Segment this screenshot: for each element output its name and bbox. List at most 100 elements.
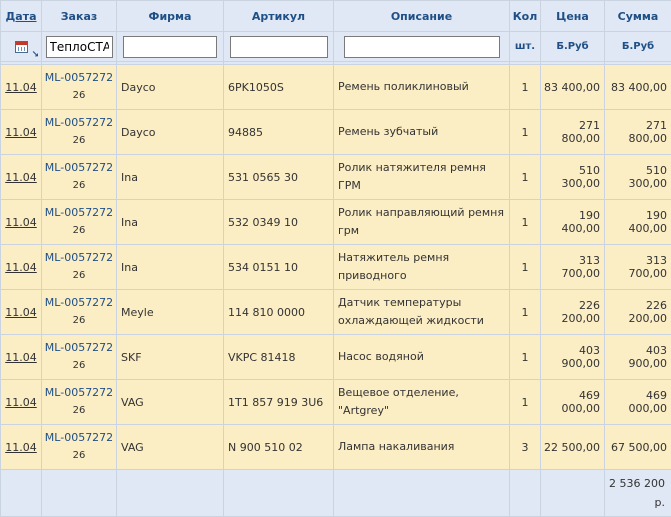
article-filter-input[interactable] (230, 36, 328, 58)
column-header-date[interactable]: Дата (1, 1, 42, 32)
cell-price: 313 700,00 (541, 245, 605, 290)
sum-unit-label: Б.Руб (605, 32, 671, 62)
table-row[interactable]: 11.04 ML-0057272 26 Ina 534 0151 10 Натя… (1, 245, 671, 290)
article-filter-cell (224, 32, 334, 62)
cell-firm: VAG (117, 425, 224, 470)
total-sum: 2 536 200 р. (605, 470, 671, 517)
order-number[interactable]: ML-0057272 (42, 294, 116, 312)
table-row[interactable]: 11.04 ML-0057272 26 Dayco 94885 Ремень з… (1, 110, 671, 155)
cell-article: 1T1 857 919 3U6 (224, 380, 334, 425)
filter-row: ↘ шт. Б.Руб Б.Руб (1, 32, 671, 62)
date-link[interactable]: 11.04 (5, 396, 37, 409)
order-sub-number: 26 (42, 357, 116, 375)
cell-date: 11.04 (1, 380, 42, 425)
column-header-qty[interactable]: Кол (510, 1, 541, 32)
date-filter-cell[interactable]: ↘ (1, 32, 42, 62)
cell-sum: 83 400,00 (605, 65, 671, 110)
cell-sum: 226 200,00 (605, 290, 671, 335)
date-link[interactable]: 11.04 (5, 216, 37, 229)
cell-price: 271 800,00 (541, 110, 605, 155)
cell-qty: 1 (510, 335, 541, 380)
order-number[interactable]: ML-0057272 (42, 249, 116, 267)
cell-firm: Dayco (117, 65, 224, 110)
cell-article: 6PK1050S (224, 65, 334, 110)
cell-price: 226 200,00 (541, 290, 605, 335)
cell-qty: 1 (510, 290, 541, 335)
order-number[interactable]: ML-0057272 (42, 69, 116, 87)
table-row[interactable]: 11.04 ML-0057272 26 Ina 532 0349 10 Роли… (1, 200, 671, 245)
cell-description: Ролик натяжителя ремня ГРМ (334, 155, 510, 200)
cell-qty: 1 (510, 110, 541, 155)
cell-qty: 1 (510, 380, 541, 425)
date-link[interactable]: 11.04 (5, 351, 37, 364)
date-link[interactable]: 11.04 (5, 261, 37, 274)
table-row[interactable]: 11.04 ML-0057272 26 VAG N 900 510 02 Лам… (1, 425, 671, 470)
cell-description: Лампа накаливания (334, 425, 510, 470)
firm-filter-cell (117, 32, 224, 62)
cell-sum: 510 300,00 (605, 155, 671, 200)
order-sub-number: 26 (42, 312, 116, 330)
cell-description: Ремень зубчатый (334, 110, 510, 155)
date-link[interactable]: 11.04 (5, 441, 37, 454)
cell-firm: Ina (117, 200, 224, 245)
cell-order: ML-0057272 26 (42, 245, 117, 290)
cell-description: Ремень поликлиновый (334, 65, 510, 110)
calendar-icon[interactable] (15, 41, 28, 53)
column-header-price[interactable]: Цена (541, 1, 605, 32)
order-sub-number: 26 (42, 402, 116, 420)
cell-article: 532 0349 10 (224, 200, 334, 245)
column-header-article[interactable]: Артикул (224, 1, 334, 32)
orders-table: Дата Заказ Фирма Артикул Описание Кол Це… (0, 0, 671, 517)
date-link[interactable]: 11.04 (5, 126, 37, 139)
order-number[interactable]: ML-0057272 (42, 159, 116, 177)
cell-firm: SKF (117, 335, 224, 380)
cell-sum: 313 700,00 (605, 245, 671, 290)
cell-date: 11.04 (1, 335, 42, 380)
cell-date: 11.04 (1, 65, 42, 110)
table-row[interactable]: 11.04 ML-0057272 26 SKF VKPC 81418 Насос… (1, 335, 671, 380)
cell-description: Вещевое отделение, "Artgrey" (334, 380, 510, 425)
order-number[interactable]: ML-0057272 (42, 384, 116, 402)
cell-date: 11.04 (1, 425, 42, 470)
cell-sum: 190 400,00 (605, 200, 671, 245)
order-number[interactable]: ML-0057272 (42, 114, 116, 132)
footer-row: 2 536 200 р. (1, 470, 671, 517)
order-number[interactable]: ML-0057272 (42, 339, 116, 357)
column-header-description[interactable]: Описание (334, 1, 510, 32)
cell-price: 83 400,00 (541, 65, 605, 110)
description-filter-cell (334, 32, 510, 62)
cell-order: ML-0057272 26 (42, 200, 117, 245)
table-row[interactable]: 11.04 ML-0057272 26 Dayco 6PK1050S Ремен… (1, 65, 671, 110)
order-filter-input[interactable] (46, 36, 113, 58)
table-row[interactable]: 11.04 ML-0057272 26 VAG 1T1 857 919 3U6 … (1, 380, 671, 425)
table-body: 11.04 ML-0057272 26 Dayco 6PK1050S Ремен… (1, 65, 671, 470)
cell-sum: 271 800,00 (605, 110, 671, 155)
cell-sum: 469 000,00 (605, 380, 671, 425)
order-sub-number: 26 (42, 222, 116, 240)
cell-order: ML-0057272 26 (42, 110, 117, 155)
column-header-firm[interactable]: Фирма (117, 1, 224, 32)
firm-filter-input[interactable] (123, 36, 217, 58)
total-value: 2 536 200 (609, 477, 665, 490)
cell-description: Датчик температуры охлаждающей жидкости (334, 290, 510, 335)
order-sub-number: 26 (42, 132, 116, 150)
cell-price: 403 900,00 (541, 335, 605, 380)
header-row: Дата Заказ Фирма Артикул Описание Кол Це… (1, 1, 671, 32)
cell-firm: Dayco (117, 110, 224, 155)
cell-article: N 900 510 02 (224, 425, 334, 470)
order-number[interactable]: ML-0057272 (42, 429, 116, 447)
table-row[interactable]: 11.04 ML-0057272 26 Ina 531 0565 30 Роли… (1, 155, 671, 200)
column-header-order[interactable]: Заказ (42, 1, 117, 32)
date-link[interactable]: 11.04 (5, 171, 37, 184)
cell-qty: 1 (510, 155, 541, 200)
order-sub-number: 26 (42, 267, 116, 285)
date-link[interactable]: 11.04 (5, 306, 37, 319)
date-link[interactable]: 11.04 (5, 81, 37, 94)
table-row[interactable]: 11.04 ML-0057272 26 Meyle 114 810 0000 Д… (1, 290, 671, 335)
cell-price: 22 500,00 (541, 425, 605, 470)
column-header-sum[interactable]: Сумма (605, 1, 671, 32)
order-number[interactable]: ML-0057272 (42, 204, 116, 222)
total-unit: р. (655, 496, 665, 509)
arrow-down-right-icon: ↘ (31, 51, 39, 60)
description-filter-input[interactable] (344, 36, 500, 58)
